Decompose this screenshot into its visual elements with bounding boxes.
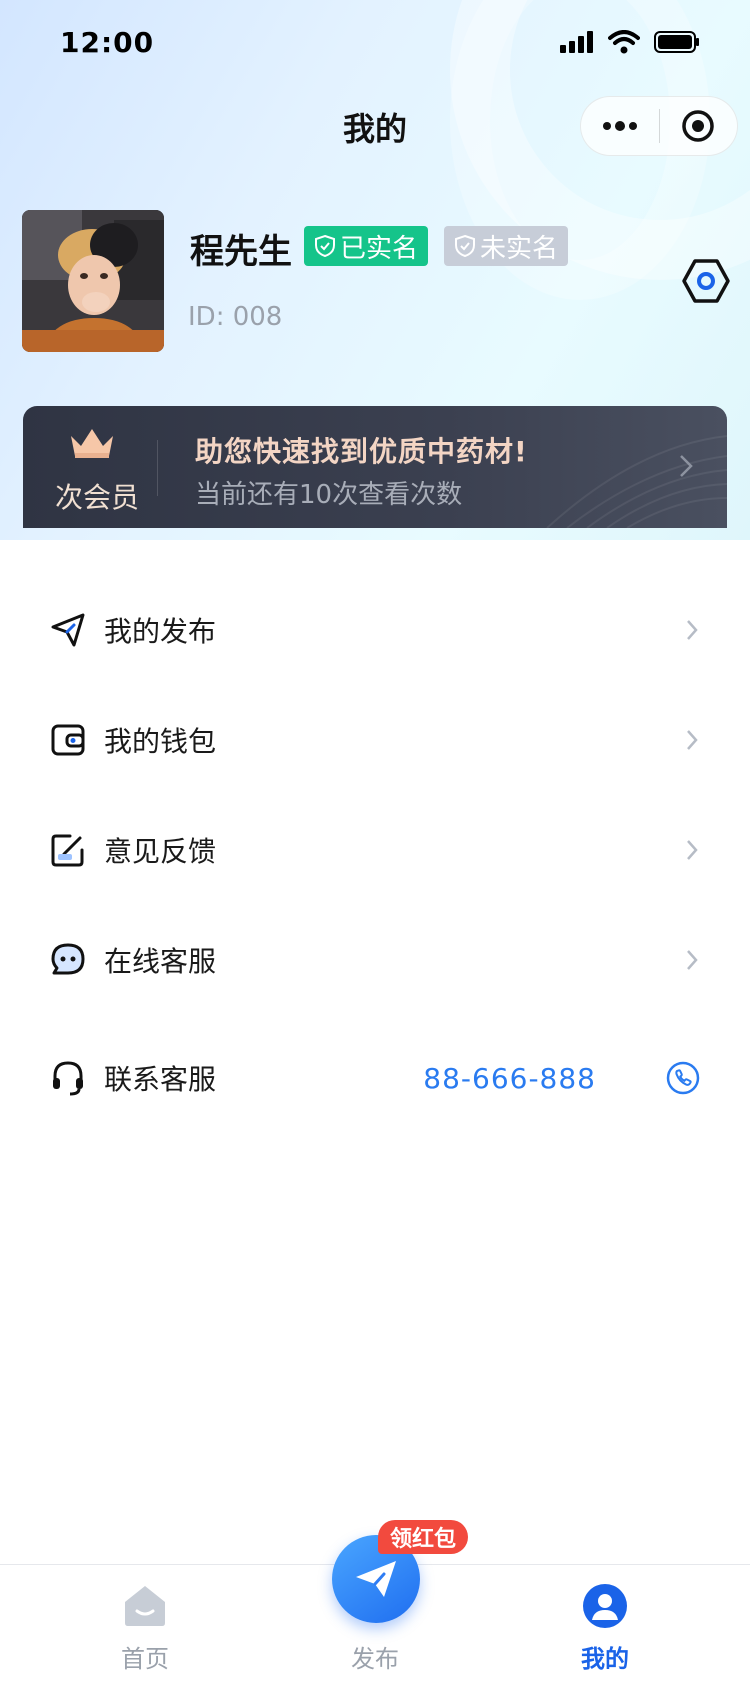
verified-badge: 已实名	[304, 226, 429, 266]
chevron-right-icon	[687, 620, 698, 640]
status-time: 12:00	[60, 26, 155, 59]
menu-item-wallet[interactable]: 我的钱包	[0, 700, 750, 780]
target-icon	[682, 110, 714, 142]
settings-button[interactable]	[682, 258, 730, 304]
unverified-badge: 未实名	[444, 226, 569, 266]
menu-label: 在线客服	[104, 945, 217, 978]
tab-label: 首页	[121, 1645, 169, 1673]
user-id: ID: 008	[188, 302, 283, 332]
feedback-icon	[51, 834, 84, 867]
chevron-right-icon	[687, 840, 698, 860]
unverified-badge-label: 未实名	[480, 233, 559, 264]
home-icon	[125, 1586, 165, 1626]
crown-icon	[71, 429, 113, 458]
chevron-right-icon	[687, 950, 698, 970]
send-icon	[356, 1561, 396, 1597]
tab-home[interactable]: 首页	[70, 1565, 220, 1684]
tab-label: 我的	[581, 1645, 629, 1673]
status-bar: 12:00	[0, 0, 750, 88]
headset-icon	[53, 1061, 83, 1096]
mini-program-capsule	[580, 96, 738, 156]
user-name: 程先生	[190, 232, 292, 272]
wifi-icon	[608, 30, 640, 54]
close-miniprogram-button[interactable]	[660, 97, 738, 155]
verified-badge-label: 已实名	[340, 233, 419, 264]
chat-icon	[51, 943, 85, 975]
send-icon	[51, 613, 85, 647]
shield-check-icon	[455, 234, 475, 258]
menu-label: 我的钱包	[104, 725, 217, 758]
avatar[interactable]	[22, 210, 164, 352]
member-label: 次会员	[54, 481, 139, 514]
menu-label: 我的发布	[104, 615, 217, 648]
member-subtitle: 当前还有10次查看次数	[195, 480, 463, 510]
menu-label: 意见反馈	[104, 835, 217, 868]
more-button[interactable]	[581, 97, 659, 155]
menu-item-my-posts[interactable]: 我的发布	[0, 590, 750, 670]
service-phone-number[interactable]: 88-666-888	[423, 1062, 596, 1095]
settings-hexagon-icon	[682, 259, 730, 303]
menu-item-feedback[interactable]: 意见反馈	[0, 810, 750, 890]
phone-icon[interactable]	[666, 1061, 700, 1095]
chevron-right-icon	[680, 455, 693, 477]
more-dots-icon	[602, 121, 637, 131]
card-decor-lines	[546, 435, 727, 528]
wallet-icon	[51, 724, 85, 756]
user-icon	[583, 1584, 627, 1628]
tab-label: 发布	[351, 1645, 399, 1673]
member-headline: 助您快速找到优质中药材!	[195, 435, 528, 468]
menu-item-online-service[interactable]: 在线客服	[0, 920, 750, 1000]
signal-icon	[560, 31, 593, 53]
red-packet-badge[interactable]: 领红包	[378, 1520, 469, 1554]
menu-label: 联系客服	[104, 1063, 217, 1096]
menu-item-contact-service[interactable]: 联系客服 88-666-888	[0, 1038, 750, 1118]
battery-icon	[654, 31, 699, 53]
tab-mine[interactable]: 我的	[530, 1565, 680, 1684]
member-divider	[157, 440, 158, 496]
member-card[interactable]: 次会员 助您快速找到优质中药材! 当前还有10次查看次数	[23, 406, 727, 528]
chevron-right-icon	[687, 730, 698, 750]
shield-check-icon	[315, 234, 335, 258]
status-icons	[560, 30, 700, 54]
avatar-image	[22, 210, 164, 352]
